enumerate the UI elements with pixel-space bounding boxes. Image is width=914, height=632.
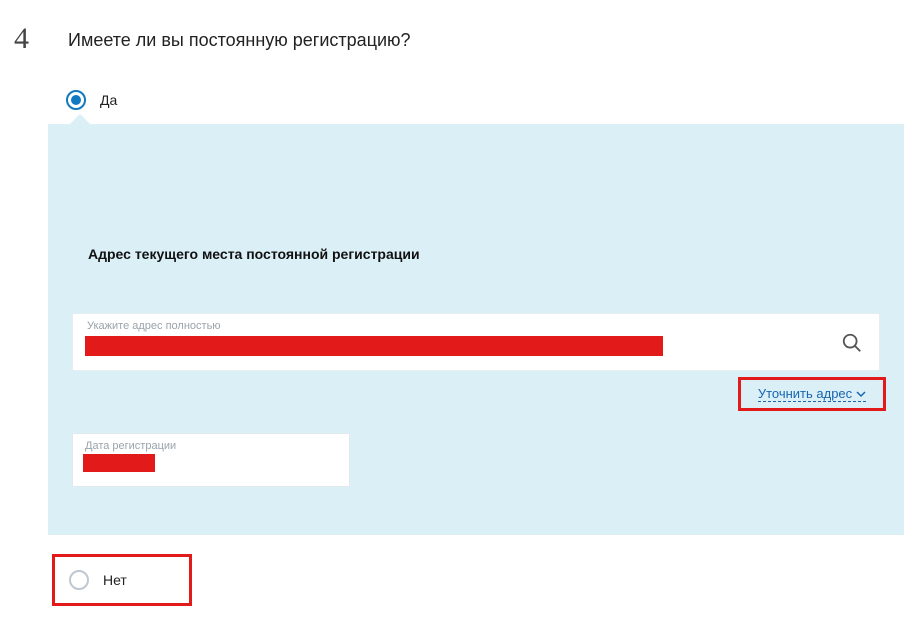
radio-dot-icon bbox=[71, 95, 81, 105]
search-icon[interactable] bbox=[841, 332, 863, 354]
radio-yes[interactable]: Да bbox=[66, 90, 117, 110]
refine-address-link[interactable]: Уточнить адрес bbox=[758, 386, 866, 402]
panel-heading: Адрес текущего места постоянной регистра… bbox=[88, 246, 420, 262]
refine-address-highlight: Уточнить адрес bbox=[738, 377, 886, 411]
radio-yes-label: Да bbox=[100, 92, 117, 108]
radio-circle-icon bbox=[69, 570, 89, 590]
date-value-redacted bbox=[83, 454, 155, 472]
radio-circle-icon bbox=[66, 90, 86, 110]
registration-date-input[interactable]: Дата регистрации bbox=[72, 433, 350, 487]
address-value-redacted bbox=[85, 336, 663, 356]
question-title: Имеете ли вы постоянную регистрацию? bbox=[68, 30, 411, 51]
date-placeholder: Дата регистрации bbox=[85, 440, 176, 452]
radio-no-label: Нет bbox=[103, 572, 127, 588]
chevron-down-icon bbox=[856, 389, 866, 399]
step-number: 4 bbox=[14, 22, 29, 56]
yes-panel: Адрес текущего места постоянной регистра… bbox=[48, 124, 904, 535]
radio-no-highlight: Нет bbox=[52, 554, 192, 606]
address-placeholder: Укажите адрес полностью bbox=[87, 320, 221, 332]
radio-no[interactable]: Нет bbox=[69, 570, 127, 590]
refine-link-text: Уточнить адрес bbox=[758, 386, 852, 401]
address-input[interactable]: Укажите адрес полностью bbox=[72, 313, 880, 371]
